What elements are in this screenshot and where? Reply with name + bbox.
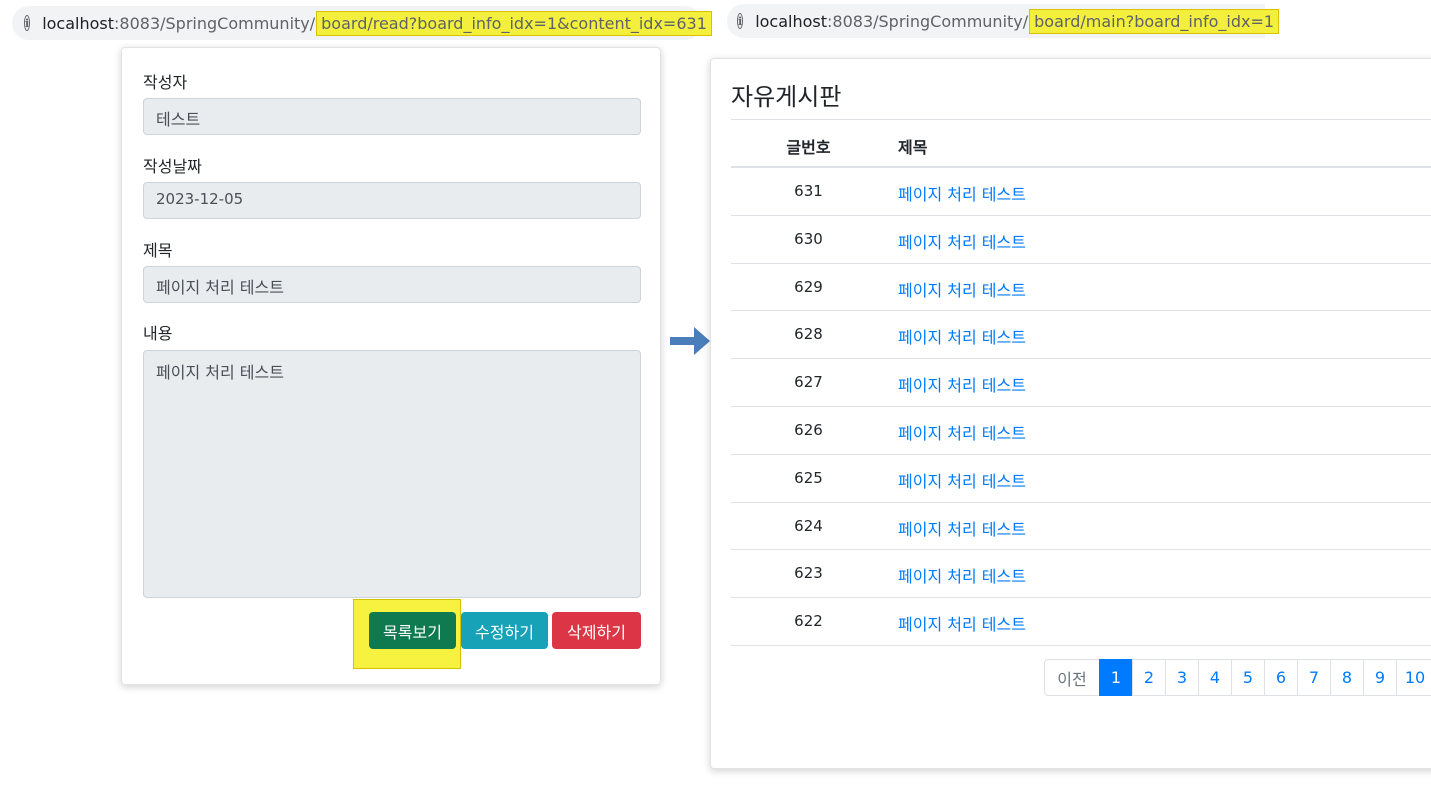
board-title: 자유게시판 — [731, 83, 842, 111]
row-number: 631 — [794, 182, 823, 200]
pagination-page-10[interactable]: 10 — [1396, 659, 1431, 696]
row-title-link[interactable]: 페이지 처리 테스트 — [898, 372, 1026, 396]
left-address-bar[interactable]: i localhost:8083/SpringCommunity/board/r… — [12, 6, 712, 40]
delete-button[interactable]: 삭제하기 — [552, 612, 641, 649]
list-button[interactable]: 목록보기 — [369, 612, 456, 649]
row-number: 628 — [794, 325, 823, 344]
pagination-page-2[interactable]: 2 — [1132, 659, 1166, 696]
row-title-link[interactable]: 페이지 처리 테스트 — [898, 563, 1026, 587]
pagination-page-1[interactable]: 1 — [1099, 659, 1133, 696]
table-row: 624 페이지 처리 테스트 — [731, 503, 1431, 551]
table-row: 622 페이지 처리 테스트 — [731, 598, 1431, 646]
url-path: :8083/SpringCommunity/ — [827, 11, 1029, 31]
pagination-page-7[interactable]: 7 — [1297, 659, 1331, 696]
table-row: 629 페이지 처리 테스트 — [731, 264, 1431, 312]
table-header: 글번호 제목 — [731, 119, 1431, 168]
header-title: 제목 — [898, 138, 928, 157]
row-number: 627 — [794, 373, 823, 392]
subject-field[interactable]: 페이지 처리 테스트 — [143, 266, 641, 303]
row-title-link[interactable]: 페이지 처리 테스트 — [898, 277, 1026, 301]
row-number: 630 — [794, 229, 823, 248]
table-row: 623 페이지 처리 테스트 — [731, 550, 1431, 599]
row-number: 624 — [794, 516, 823, 535]
url-host: localhost — [42, 13, 115, 33]
table-row: 630 페이지 처리 테스트 — [731, 216, 1431, 264]
info-icon[interactable]: i — [24, 15, 31, 31]
header-num: 글번호 — [786, 138, 831, 157]
url-highlighted-path: board/main?board_info_idx=1 — [1029, 8, 1280, 34]
table-row: 627 페이지 처리 테스트 — [731, 359, 1431, 407]
row-number: 623 — [794, 564, 823, 583]
date-label: 작성날짜 — [143, 157, 202, 176]
info-icon[interactable]: i — [737, 13, 744, 29]
content-label: 내용 — [143, 324, 173, 343]
writer-field[interactable]: 테스트 — [143, 98, 641, 135]
table-body: 631 페이지 처리 테스트 630 페이지 처리 테스트 629 페이지 처리 테스트 6… — [731, 168, 1431, 646]
pagination-page-6[interactable]: 6 — [1264, 659, 1298, 696]
row-title-link[interactable]: 페이지 처리 테스트 — [898, 468, 1026, 492]
subject-label: 제목 — [143, 241, 173, 260]
row-title-link[interactable]: 페이지 처리 테스트 — [898, 611, 1026, 635]
board-card: 자유게시판 글번호 제목 631 페이지 처리 테스트 630 페이지 처리 테스트 6… — [710, 58, 1431, 769]
table-row: 625 페이지 처리 테스트 — [731, 455, 1431, 503]
url-path: :8083/SpringCommunity/ — [114, 13, 316, 33]
row-number: 626 — [794, 420, 823, 439]
pagination-page-8[interactable]: 8 — [1330, 659, 1364, 696]
url-highlighted-path: board/read?board_info_idx=1&content_idx=… — [316, 10, 712, 36]
row-number: 622 — [794, 612, 823, 631]
edit-button[interactable]: 수정하기 — [461, 612, 548, 649]
row-title-link[interactable]: 페이지 처리 테스트 — [898, 324, 1026, 348]
right-address-bar[interactable]: i localhost:8083/SpringCommunity/board/m… — [727, 4, 1280, 38]
pagination: 이전 1 2 3 4 5 6 7 8 9 10 — [1044, 659, 1431, 696]
row-number: 629 — [794, 277, 823, 296]
row-title-link[interactable]: 페이지 처리 테스트 — [898, 181, 1026, 205]
writer-label: 작성자 — [143, 73, 188, 92]
pagination-prev[interactable]: 이전 — [1044, 659, 1100, 696]
table-row: 626 페이지 처리 테스트 — [731, 407, 1431, 455]
date-field[interactable]: 2023-12-05 — [143, 182, 641, 219]
pagination-page-5[interactable]: 5 — [1231, 659, 1265, 696]
row-title-link[interactable]: 페이지 처리 테스트 — [898, 229, 1026, 253]
row-number: 625 — [794, 468, 823, 487]
pagination-page-4[interactable]: 4 — [1198, 659, 1232, 696]
row-title-link[interactable]: 페이지 처리 테스트 — [898, 516, 1026, 540]
pagination-page-9[interactable]: 9 — [1363, 659, 1397, 696]
right-arrow-icon — [670, 327, 710, 355]
table-row: 631 페이지 처리 테스트 — [731, 168, 1431, 216]
pagination-page-3[interactable]: 3 — [1165, 659, 1199, 696]
table-row: 628 페이지 처리 테스트 — [731, 311, 1431, 360]
board-table: 글번호 제목 631 페이지 처리 테스트 630 페이지 처리 테스트 629 페이지 … — [731, 119, 1431, 646]
row-title-link[interactable]: 페이지 처리 테스트 — [898, 420, 1026, 444]
read-card: 작성자 테스트 작성날짜 2023-12-05 제목 페이지 처리 테스트 내용… — [121, 47, 661, 685]
url-host: localhost — [755, 11, 828, 31]
content-textarea[interactable]: 페이지 처리 테스트 — [143, 350, 641, 598]
